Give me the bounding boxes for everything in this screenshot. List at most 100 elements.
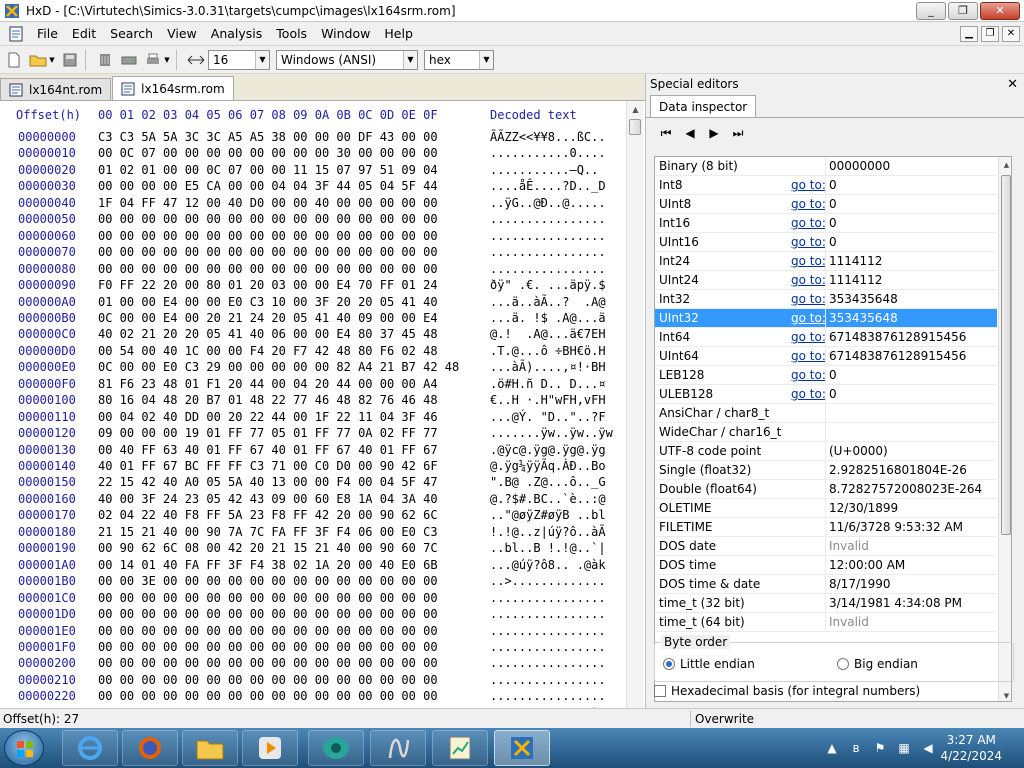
row-decoded-text[interactable]: ................ [490, 673, 606, 687]
clock[interactable]: 3:27 AM 4/22/2024 [940, 732, 1002, 764]
hex-row[interactable]: 000000F0 81 F6 23 48 01 F1 20 44 00 04 20… [0, 377, 625, 394]
hex-row[interactable]: 00000180 21 15 21 40 00 90 7A 7C FA FF 3F… [0, 525, 625, 542]
row-hex-bytes[interactable]: 21 15 21 40 00 90 7A 7C FA FF 3F F4 06 0… [98, 525, 438, 539]
row-decoded-text[interactable]: ................ [490, 212, 606, 226]
inspector-value[interactable]: 671483876128915456 [829, 330, 966, 344]
goto-link[interactable]: go to: [791, 368, 826, 382]
row-decoded-text[interactable]: .......ÿw..ÿw..ÿw [490, 426, 613, 440]
goto-link[interactable]: go to: [791, 330, 826, 344]
hex-row[interactable]: 00000110 00 04 02 40 DD 00 20 22 44 00 1F… [0, 410, 625, 427]
row-hex-bytes[interactable]: 40 00 3F 24 23 05 42 43 09 00 60 E8 1A 0… [98, 492, 438, 506]
start-button[interactable] [4, 730, 44, 766]
row-decoded-text[interactable]: @.?$#.BC..`è..:@ [490, 492, 606, 506]
scroll-up-icon[interactable]: ▲ [999, 157, 1011, 172]
inspector-row[interactable]: UTF-8 code point (U+0000) [655, 442, 997, 461]
row-decoded-text[interactable]: ................ [490, 607, 606, 621]
inspector-row[interactable]: Double (float64) 8.72827572008023E-264 [655, 480, 997, 499]
row-hex-bytes[interactable]: 00 00 00 00 00 00 00 00 00 00 00 00 00 0… [98, 262, 438, 276]
row-decoded-text[interactable]: ...........—Q.. [490, 163, 598, 177]
inspector-row[interactable]: ULEB128 go to: 0 [655, 385, 997, 404]
goto-link[interactable]: go to: [791, 197, 826, 211]
dropdown-arrow-icon[interactable]: ▼ [48, 50, 56, 70]
row-hex-bytes[interactable]: 00 00 00 00 00 00 00 00 00 00 00 00 00 0… [98, 229, 438, 243]
hex-row[interactable]: 000000D0 00 54 00 40 1C 00 00 F4 20 F7 42… [0, 344, 625, 361]
close-button[interactable]: ✕ [980, 1, 1020, 20]
inspector-row[interactable]: UInt16 go to: 0 [655, 233, 997, 252]
print-icon[interactable] [143, 50, 163, 70]
row-decoded-text[interactable]: @.ÿg¼ÿÿÃq.ÀÐ..Bo [490, 459, 606, 473]
hex-row[interactable]: 00000220 00 00 00 00 00 00 00 00 00 00 00… [0, 689, 625, 706]
row-decoded-text[interactable]: ................ [490, 591, 606, 605]
row-hex-bytes[interactable]: 0C 00 00 E0 C3 29 00 00 00 00 00 82 A4 2… [98, 360, 459, 374]
display-mode-select[interactable]: hex ▼ [424, 49, 494, 70]
row-hex-bytes[interactable]: 00 00 00 00 00 00 00 00 00 00 00 00 00 0… [98, 640, 438, 654]
row-decoded-text[interactable]: ..ÿG..@Ð..@..... [490, 196, 606, 210]
menu-file[interactable]: File [30, 26, 65, 41]
inspector-value[interactable]: (U+0000) [829, 444, 888, 458]
firefox-icon[interactable] [122, 730, 178, 766]
hex-row[interactable]: 00000170 02 04 22 40 F8 FF 5A 23 F8 FF 42… [0, 508, 625, 525]
hex-row[interactable]: 00000160 40 00 3F 24 23 05 42 43 09 00 60… [0, 492, 625, 509]
row-decoded-text[interactable]: ................ [490, 245, 606, 259]
show-hidden-icons-icon[interactable]: ▲ [824, 740, 840, 756]
row-hex-bytes[interactable]: 22 15 42 40 A0 05 5A 40 13 00 00 F4 00 0… [98, 475, 438, 489]
goto-link[interactable]: go to: [791, 387, 826, 401]
simics-icon[interactable] [308, 730, 364, 766]
row-decoded-text[interactable]: ...........0.... [490, 146, 606, 160]
close-icon[interactable]: ✕ [1007, 77, 1018, 92]
new-file-icon[interactable] [4, 50, 24, 70]
goto-link[interactable]: go to: [791, 254, 826, 268]
little-endian-radio[interactable]: Little endian [663, 657, 755, 671]
row-decoded-text[interactable]: ...ä. !$ .A@...ä [490, 311, 606, 325]
hex-row[interactable]: 000001E0 00 00 00 00 00 00 00 00 00 00 00… [0, 624, 625, 641]
row-decoded-text[interactable]: ................ [490, 624, 606, 638]
row-hex-bytes[interactable]: 00 14 01 40 FA FF 3F F4 38 02 1A 20 00 4… [98, 558, 438, 572]
media-player-icon[interactable] [242, 730, 298, 766]
inspector-value[interactable]: 3/14/1981 4:34:08 PM [829, 596, 962, 610]
row-hex-bytes[interactable]: 00 00 3E 00 00 00 00 00 00 00 00 00 00 0… [98, 574, 438, 588]
row-hex-bytes[interactable]: 00 40 FF 63 40 01 FF 67 40 01 FF 67 40 0… [98, 443, 438, 457]
goto-link[interactable]: go to: [791, 216, 826, 230]
minimize-button[interactable]: _ [916, 1, 946, 20]
inspector-value[interactable]: 1114112 [829, 273, 882, 287]
document-icon[interactable] [8, 26, 24, 42]
row-hex-bytes[interactable]: 80 16 04 48 20 B7 01 48 22 77 46 48 82 7… [98, 393, 438, 407]
inspector-row[interactable]: UInt8 go to: 0 [655, 195, 997, 214]
inspector-row[interactable]: Int64 go to: 671483876128915456 [655, 328, 997, 347]
row-hex-bytes[interactable]: 00 90 62 6C 08 00 42 20 21 15 21 40 00 9… [98, 541, 438, 555]
row-decoded-text[interactable]: €..H ·.H"wFH‚vFH [490, 393, 606, 407]
save-icon[interactable] [60, 50, 80, 70]
hex-row[interactable]: 00000030 00 00 00 00 E5 CA 00 00 04 04 3F… [0, 179, 625, 196]
menu-tools[interactable]: Tools [269, 26, 314, 41]
chevron-down-icon[interactable]: ▼ [403, 50, 417, 69]
scroll-down-icon[interactable]: ▼ [999, 688, 1011, 701]
inspector-value[interactable]: 0 [829, 368, 837, 382]
bluetooth-icon[interactable]: ʙ [848, 740, 864, 756]
network-icon[interactable]: ▦ [896, 740, 912, 756]
hex-row[interactable]: 00000020 01 02 01 00 00 0C 07 00 00 11 15… [0, 163, 625, 180]
hex-row[interactable]: 00000210 00 00 00 00 00 00 00 00 00 00 00… [0, 673, 625, 690]
row-decoded-text[interactable]: ...@Ý. "D.."..?F [490, 410, 606, 424]
row-hex-bytes[interactable]: 00 04 02 40 DD 00 20 22 44 00 1F 22 11 0… [98, 410, 438, 424]
hex-row[interactable]: 00000130 00 40 FF 63 40 01 FF 67 40 01 FF… [0, 443, 625, 460]
row-decoded-text[interactable]: ..bl..B !.!@..`| [490, 541, 606, 555]
tab-data-inspector[interactable]: Data inspector [650, 95, 757, 117]
data-inspector-grid[interactable]: Binary (8 bit) 00000000 Int8 go to: 0 UInt8 go… [654, 156, 1012, 702]
goto-link[interactable]: go to: [791, 349, 826, 363]
curve-app-icon[interactable] [370, 730, 426, 766]
row-hex-bytes[interactable]: 1F 04 FF 47 12 00 40 D0 00 00 40 00 00 0… [98, 196, 438, 210]
goto-link[interactable]: go to: [791, 311, 826, 325]
tab-lx164nt[interactable]: lx164nt.rom [0, 78, 112, 100]
row-decoded-text[interactable]: ................ [490, 640, 606, 654]
scroll-thumb[interactable] [1001, 175, 1011, 535]
disk-editor-icon[interactable] [119, 50, 139, 70]
goto-link[interactable]: go to: [791, 292, 826, 306]
hex-row[interactable]: 000001F0 00 00 00 00 00 00 00 00 00 00 00… [0, 640, 625, 657]
inspector-value[interactable]: 0 [829, 387, 837, 401]
scroll-up-icon[interactable]: ▲ [627, 101, 644, 118]
row-hex-bytes[interactable]: 40 01 FF 67 BC FF FF C3 71 00 C0 D0 00 9… [98, 459, 438, 473]
hex-scrollbar[interactable]: ▲ [626, 101, 643, 708]
row-hex-bytes[interactable]: 00 00 00 00 00 00 00 00 00 00 00 00 00 0… [98, 656, 438, 670]
hex-row[interactable]: 00000150 22 15 42 40 A0 05 5A 40 13 00 00… [0, 475, 625, 492]
row-decoded-text[interactable]: !.!@..z|úÿ?ô..àÃ [490, 525, 606, 539]
